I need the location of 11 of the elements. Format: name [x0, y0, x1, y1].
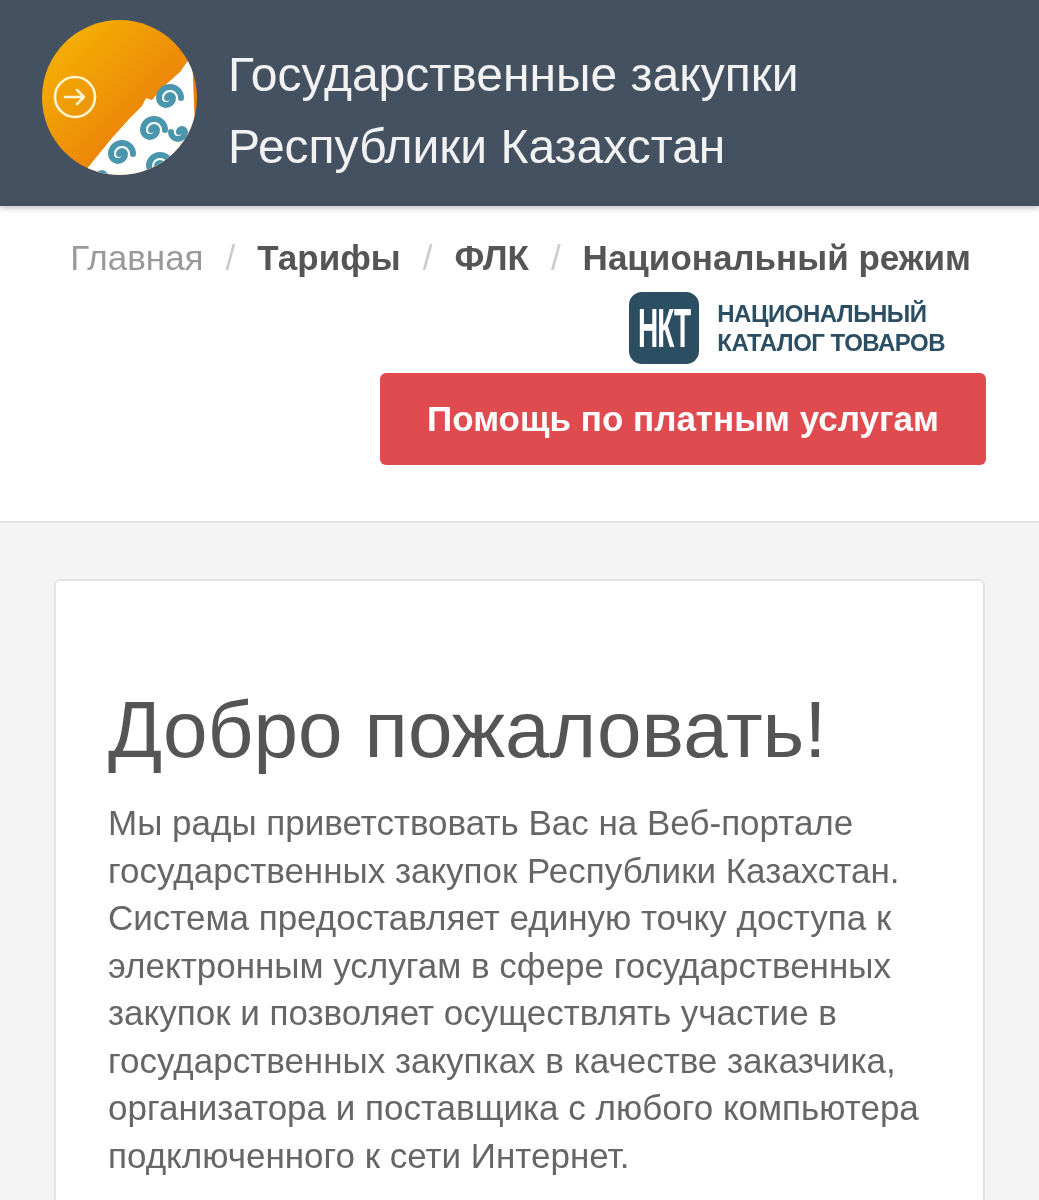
paid-services-help-button[interactable]: Помощь по платным услугам [380, 373, 986, 465]
catalog-logo-mark[interactable]: НКТ [629, 291, 700, 364]
breadcrumb-separator: / [421, 238, 434, 278]
welcome-text: Мы рады приветствовать Вас на Веб-портале государственных закупок Республики Казахстан. Система предоставляет единую точку доступа к электронным услугам в сфере государственных закупок и позволяет осуществлять участие в государственных закупках в качестве заказчика, организатора и поставщика с любого компьютера подключенного к сети Интернет. [108, 802, 920, 1177]
breadcrumb-separator: / [549, 238, 562, 278]
breadcrumb-link[interactable]: Тарифы [257, 238, 401, 278]
catalog-logo-text[interactable]: НАЦИОНАЛЬНЫЙ КАТАЛОГ ТОВАРОВ [717, 298, 945, 357]
welcome-heading: Добро пожаловать! [108, 685, 828, 775]
breadcrumb-separator: / [224, 238, 237, 278]
breadcrumb-link[interactable]: ФЛК [454, 238, 529, 278]
breadcrumb-link[interactable]: Национальный режим [582, 238, 971, 278]
